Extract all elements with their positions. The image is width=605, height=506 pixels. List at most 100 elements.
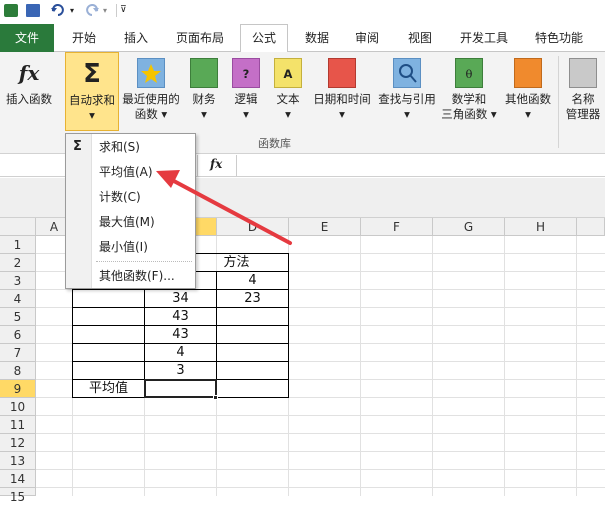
text-button[interactable]: A 文本 ▾ xyxy=(270,52,306,130)
autosum-dropdown-icon: ▾ xyxy=(89,108,95,122)
menu-item-more-functions[interactable]: 其他函数(F)... xyxy=(99,265,175,287)
column-header-d[interactable]: D xyxy=(217,218,289,236)
question-book-icon: ? xyxy=(232,58,260,88)
save-icon[interactable] xyxy=(26,4,40,17)
function-library-group-label: 函数库 xyxy=(258,137,291,150)
lookup-reference-dropdown-icon: ▾ xyxy=(404,107,410,121)
menu-item-sum[interactable]: 求和(S) xyxy=(99,136,140,158)
insert-function-label: 插入函数 xyxy=(6,92,52,106)
gridline xyxy=(360,236,361,496)
cell-c5[interactable]: 43 xyxy=(145,308,216,326)
insert-function-icon[interactable]: fx xyxy=(210,157,222,171)
selected-cell-c9[interactable] xyxy=(144,379,217,398)
fx-icon: fx xyxy=(18,61,40,85)
logical-button[interactable]: ? 逻辑 ▾ xyxy=(228,52,264,130)
tab-data[interactable]: 数据 xyxy=(296,28,338,52)
more-functions-button[interactable]: 其他函数 ▾ xyxy=(500,52,556,130)
column-header-e[interactable]: E xyxy=(289,218,361,236)
recently-used-button[interactable]: 最近使用的 函数 ▾ xyxy=(120,52,182,130)
sigma-icon: Σ xyxy=(73,139,82,154)
menu-separator xyxy=(96,261,192,262)
row-header-4[interactable]: 4 xyxy=(0,290,36,308)
tab-view[interactable]: 视图 xyxy=(398,28,442,52)
name-manager-label: 名称 xyxy=(571,92,595,106)
recently-used-label-2: 函数 ▾ xyxy=(134,107,168,121)
undo-dropdown-icon[interactable]: ▾ xyxy=(70,4,78,17)
books-icon xyxy=(514,58,542,88)
menu-item-average[interactable]: 平均值(A) xyxy=(99,161,153,183)
text-dropdown-icon: ▾ xyxy=(285,107,291,121)
row-header-15[interactable]: 15 xyxy=(0,488,36,504)
cell-c7[interactable]: 4 xyxy=(145,344,216,362)
financial-button[interactable]: 财务 ▾ xyxy=(186,52,222,130)
tab-special-features[interactable]: 特色功能 xyxy=(526,28,592,52)
recently-used-label: 最近使用的 xyxy=(122,92,180,106)
name-manager-button[interactable]: 名称 管理器 xyxy=(562,52,604,130)
insert-function-button[interactable]: fx 插入函数 xyxy=(2,52,56,130)
column-header-i[interactable] xyxy=(577,218,605,236)
row-header-1[interactable]: 1 xyxy=(0,236,36,254)
cell-c4[interactable]: 34 xyxy=(145,290,216,308)
more-functions-label: 其他函数 xyxy=(505,92,551,106)
tab-review[interactable]: 审阅 xyxy=(346,28,388,52)
date-time-button[interactable]: 日期和时间 ▾ xyxy=(310,52,374,130)
row-header-10[interactable]: 10 xyxy=(0,398,36,416)
logical-dropdown-icon: ▾ xyxy=(243,107,249,121)
row-header-13[interactable]: 13 xyxy=(0,452,36,470)
lookup-reference-button[interactable]: 查找与引用 ▾ xyxy=(375,52,439,130)
math-trig-button[interactable]: θ 数学和 三角函数 ▾ xyxy=(440,52,498,130)
row-header-9[interactable]: 9 xyxy=(0,380,36,398)
select-all-corner[interactable] xyxy=(0,218,36,236)
cell-b9-label[interactable]: 平均值 xyxy=(73,380,144,398)
date-time-label: 日期和时间 xyxy=(313,92,371,106)
cell-c6[interactable]: 43 xyxy=(145,326,216,344)
cell-d3[interactable]: 4 xyxy=(217,272,288,290)
logical-label: 逻辑 xyxy=(234,92,258,106)
gridline xyxy=(576,236,577,496)
tab-insert[interactable]: 插入 xyxy=(114,28,158,52)
autosum-dropdown-menu: Σ 求和(S) 平均值(A) 计数(C) 最大值(M) 最小值(I) 其他函数(… xyxy=(65,133,196,289)
row-header-8[interactable]: 8 xyxy=(0,362,36,380)
column-header-h[interactable]: H xyxy=(505,218,577,236)
customize-qat-icon[interactable]: ⊽ xyxy=(120,4,130,17)
column-header-f[interactable]: F xyxy=(361,218,433,236)
menu-item-max[interactable]: 最大值(M) xyxy=(99,211,155,233)
tab-formulas[interactable]: 公式 xyxy=(240,24,288,53)
group-divider xyxy=(558,56,559,148)
gridline xyxy=(36,415,605,416)
row-header-11[interactable]: 11 xyxy=(0,416,36,434)
menu-item-min[interactable]: 最小值(I) xyxy=(99,236,148,258)
theta-book-icon: θ xyxy=(455,58,483,88)
calendar-book-icon xyxy=(328,58,356,88)
tab-home[interactable]: 开始 xyxy=(62,28,106,52)
text-label: 文本 xyxy=(276,92,300,106)
redo-dropdown-icon[interactable]: ▾ xyxy=(103,4,111,17)
formula-input[interactable] xyxy=(236,155,605,176)
redo-icon[interactable] xyxy=(82,4,100,17)
star-book-icon xyxy=(137,58,165,88)
text-book-icon: A xyxy=(274,58,302,88)
tab-file[interactable]: 文件 xyxy=(0,24,54,52)
row-header-14[interactable]: 14 xyxy=(0,470,36,488)
tab-page-layout[interactable]: 页面布局 xyxy=(168,28,232,52)
cell-c8[interactable]: 3 xyxy=(145,362,216,380)
row-header-2[interactable]: 2 xyxy=(0,254,36,272)
lookup-reference-label: 查找与引用 xyxy=(378,92,436,106)
row-header-6[interactable]: 6 xyxy=(0,326,36,344)
cell-d4[interactable]: 23 xyxy=(217,290,288,308)
menu-item-count[interactable]: 计数(C) xyxy=(99,186,141,208)
financial-label: 财务 xyxy=(192,92,216,106)
toolbar-divider xyxy=(116,4,117,17)
fill-handle[interactable] xyxy=(213,395,218,400)
row-header-12[interactable]: 12 xyxy=(0,434,36,452)
tab-developer[interactable]: 开发工具 xyxy=(454,28,514,52)
column-header-g[interactable]: G xyxy=(433,218,505,236)
table-border xyxy=(288,253,289,398)
quick-access-toolbar: ▾ ▾ ⊽ xyxy=(0,0,605,22)
undo-icon[interactable] xyxy=(50,4,68,17)
autosum-button[interactable]: Σ 自动求和 ▾ xyxy=(65,52,119,131)
math-trig-label-2: 三角函数 ▾ xyxy=(441,107,497,121)
row-header-3[interactable]: 3 xyxy=(0,272,36,290)
row-header-7[interactable]: 7 xyxy=(0,344,36,362)
row-header-5[interactable]: 5 xyxy=(0,308,36,326)
